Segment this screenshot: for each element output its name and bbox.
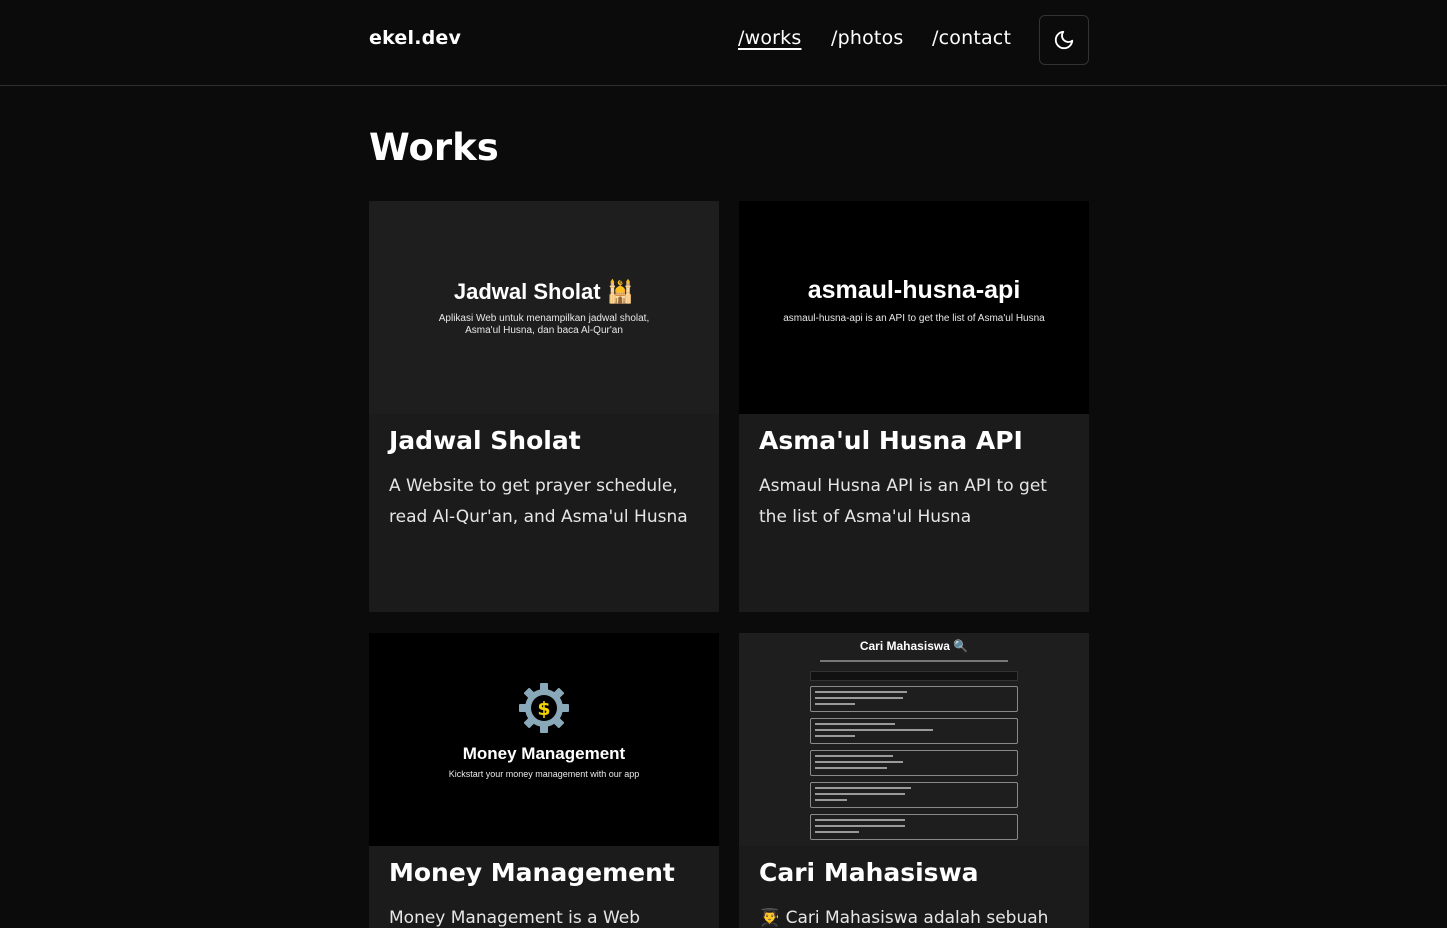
moon-icon (1054, 30, 1074, 50)
thumbnail-subtitle: Kickstart your money management with our… (448, 769, 640, 779)
work-thumbnail: $ Money Management Kickstart your money … (369, 633, 719, 846)
nav-link-photos[interactable]: /photos (831, 27, 904, 49)
work-description: Asmaul Husna API is an API to get the li… (759, 476, 1047, 527)
work-title: Jadwal Sholat (389, 426, 581, 455)
thumbnail-result-row (810, 686, 1018, 712)
thumbnail-result-row (810, 782, 1018, 808)
thumbnail-result-row (810, 718, 1018, 744)
thumbnail-title: asmaul-husna-api (807, 276, 1021, 304)
svg-text:$: $ (537, 698, 550, 720)
work-thumbnail: Jadwal Sholat 🕌 Aplikasi Web untuk menam… (369, 201, 719, 414)
thumbnail-subtitle: asmaul-husna-api is an API to get the li… (783, 313, 1045, 324)
thumbnail-result-row (810, 750, 1018, 776)
thumbnail-result-row (810, 814, 1018, 840)
top-navbar: ekel.dev /works /photos /contact (0, 0, 1447, 86)
work-title: Cari Mahasiswa (759, 858, 979, 887)
work-card-asmaul-husna-api[interactable]: asmaul-husna-api asmaul-husna-api is an … (739, 201, 1089, 612)
work-title: Asma'ul Husna API (759, 426, 1023, 455)
work-card-jadwal-sholat[interactable]: Jadwal Sholat 🕌 Aplikasi Web untuk menam… (369, 201, 719, 612)
work-description: 👨‍🎓 Cari Mahasiswa adalah sebuah (759, 908, 1049, 928)
thumbnail-title: Jadwal Sholat 🕌 (453, 279, 635, 304)
work-thumbnail: asmaul-husna-api asmaul-husna-api is an … (739, 201, 1089, 414)
work-description: A Website to get prayer schedule, read A… (389, 476, 688, 527)
nav-link-contact[interactable]: /contact (932, 27, 1011, 49)
dollar-gear-icon: $ (519, 683, 569, 733)
work-description: Money Management is a Web (389, 908, 641, 928)
thumbnail-subtitle: Aplikasi Web untuk menampilkan jadwal sh… (438, 313, 650, 324)
thumbnail-subtitle-line (820, 660, 1008, 662)
brand-link[interactable]: ekel.dev (369, 27, 461, 49)
page-title: Works (369, 126, 499, 169)
theme-toggle-button[interactable] (1039, 15, 1089, 65)
work-card-cari-mahasiswa[interactable]: Cari Mahasiswa 🔍 Cari Mahasiswa 👨‍🎓 Cari… (739, 633, 1089, 928)
thumbnail-title: Cari Mahasiswa 🔍 (859, 639, 969, 653)
work-thumbnail: Cari Mahasiswa 🔍 (739, 633, 1089, 846)
thumbnail-subtitle: Asma'ul Husna, dan baca Al-Qur'an (465, 325, 623, 336)
thumbnail-title: Money Management (462, 744, 626, 763)
work-card-money-management[interactable]: $ Money Management Kickstart your money … (369, 633, 719, 928)
work-title: Money Management (389, 858, 675, 887)
nav-link-works[interactable]: /works (738, 27, 801, 49)
thumbnail-search-box (810, 671, 1018, 681)
